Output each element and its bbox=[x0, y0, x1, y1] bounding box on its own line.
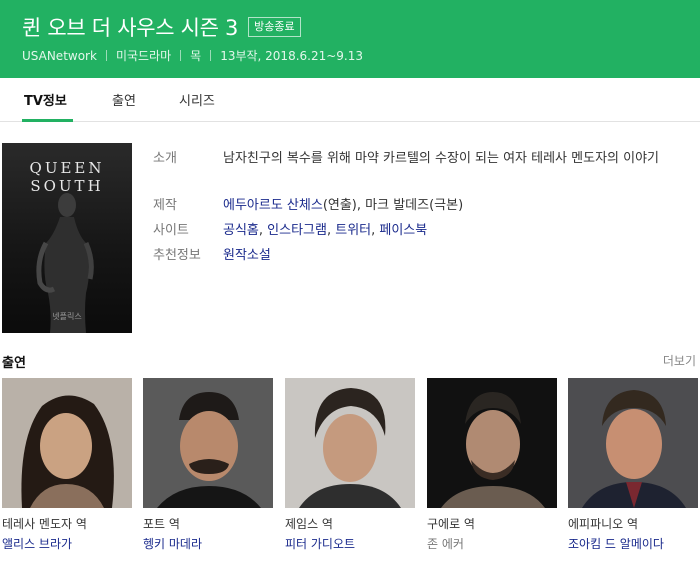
cast-member[interactable]: 제임스 역 피터 가디오트 bbox=[285, 378, 415, 552]
site-links: 공식홈, 인스타그램, 트위터, 페이스북 bbox=[223, 223, 428, 238]
cast-photo[interactable] bbox=[285, 378, 415, 508]
program-header: 퀸 오브 더 사우스 시즌 3 방송종료 USANetwork 미국드라마 목 … bbox=[0, 0, 700, 78]
director-link[interactable]: 에두아르도 산체스 bbox=[223, 198, 323, 213]
portrait-illustration bbox=[427, 378, 557, 508]
cast-role: 제임스 역 bbox=[285, 517, 333, 531]
poster-caption: 넷플릭스 bbox=[52, 312, 82, 321]
recommend-row: 추천정보 원작소설 bbox=[153, 245, 683, 267]
cast-role: 에피파니오 역 bbox=[568, 517, 639, 531]
tab-series[interactable]: 시리즈 bbox=[179, 90, 215, 109]
program-meta: USANetwork 미국드라마 목 13부작, 2018.6.21~9.13 bbox=[22, 47, 363, 64]
title-row: 퀸 오브 더 사우스 시즌 3 방송종료 bbox=[22, 12, 301, 42]
cast-member[interactable]: 테레사 멘도자 역 앨리스 브라가 bbox=[2, 378, 132, 552]
cast-name: 존 에커 bbox=[427, 537, 464, 551]
production-row: 제작 에두아르도 산체스(연출), 마크 발데즈(극본) bbox=[153, 195, 683, 217]
site-label: 사이트 bbox=[153, 223, 189, 238]
poster-figure-illustration bbox=[36, 193, 94, 333]
meta-divider bbox=[210, 50, 212, 61]
cast-photo[interactable] bbox=[568, 378, 698, 508]
cast-member[interactable]: 구에로 역 존 에커 bbox=[427, 378, 557, 552]
cast-role: 테레사 멘도자 역 bbox=[2, 517, 87, 531]
cast-name-link[interactable]: 피터 가디오트 bbox=[285, 536, 415, 552]
airday-label: 목 bbox=[190, 49, 202, 63]
writer-name: 마크 발데즈 bbox=[365, 198, 430, 213]
cast-role: 포트 역 bbox=[143, 517, 180, 531]
cast-member[interactable]: 포트 역 헹키 마데라 bbox=[143, 378, 273, 552]
cast-name-link[interactable]: 앨리스 브라가 bbox=[2, 536, 132, 552]
episodes-label: 13부작, 2018.6.21~9.13 bbox=[220, 49, 364, 63]
official-site-link[interactable]: 공식홈 bbox=[223, 223, 259, 238]
genre-label: 미국드라마 bbox=[115, 49, 172, 63]
portrait-illustration bbox=[2, 378, 132, 508]
cast-name-link[interactable]: 헹키 마데라 bbox=[143, 536, 273, 552]
intro-label: 소개 bbox=[153, 151, 177, 166]
production-value: 에두아르도 산체스(연출), 마크 발데즈(극본) bbox=[223, 198, 464, 213]
network-label: USANetwork bbox=[22, 48, 97, 63]
tab-cast[interactable]: 출연 bbox=[112, 90, 136, 109]
meta-divider bbox=[180, 50, 182, 61]
tab-tv-info[interactable]: TV정보 bbox=[24, 90, 67, 109]
active-tab-indicator bbox=[22, 119, 73, 122]
production-label: 제작 bbox=[153, 198, 177, 213]
cast-photo[interactable] bbox=[143, 378, 273, 508]
original-novel-link[interactable]: 원작소설 bbox=[223, 245, 683, 267]
portrait-illustration bbox=[285, 378, 415, 508]
cast-heading: 출연 bbox=[2, 356, 26, 371]
facebook-link[interactable]: 페이스북 bbox=[379, 223, 427, 238]
portrait-illustration bbox=[568, 378, 698, 508]
program-poster[interactable]: QUEEN SOUTH 넷플릭스 bbox=[2, 143, 132, 333]
cast-role: 구에로 역 bbox=[427, 517, 475, 531]
intro-text: 남자친구의 복수를 위해 마약 카르텔의 수장이 되는 여자 테레사 멘도자의 … bbox=[223, 151, 660, 166]
site-row: 사이트 공식홈, 인스타그램, 트위터, 페이스북 bbox=[153, 220, 683, 242]
cast-photo[interactable] bbox=[2, 378, 132, 508]
cast-photo[interactable] bbox=[427, 378, 557, 508]
status-badge: 방송종료 bbox=[248, 17, 301, 37]
instagram-link[interactable]: 인스타그램 bbox=[267, 223, 327, 238]
cast-name-link[interactable]: 조아킴 드 알메이다 bbox=[568, 536, 698, 552]
intro-row: 소개 남자친구의 복수를 위해 마약 카르텔의 수장이 되는 여자 테레사 멘도… bbox=[153, 148, 673, 170]
recommend-label: 추천정보 bbox=[153, 248, 201, 263]
twitter-link[interactable]: 트위터 bbox=[335, 223, 371, 238]
program-title[interactable]: 퀸 오브 더 사우스 시즌 3 bbox=[22, 12, 238, 42]
portrait-illustration bbox=[143, 378, 273, 508]
cast-member[interactable]: 에피파니오 역 조아킴 드 알메이다 bbox=[568, 378, 698, 552]
more-link[interactable]: 더보기 bbox=[663, 352, 696, 369]
meta-divider bbox=[105, 50, 107, 61]
tab-bar: TV정보 출연 시리즈 bbox=[0, 78, 700, 122]
